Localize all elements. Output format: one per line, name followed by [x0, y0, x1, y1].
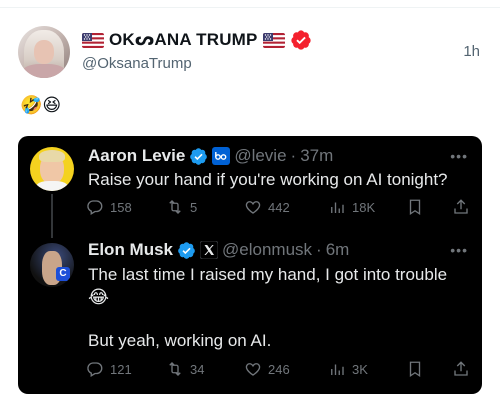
post-author-row[interactable]: OKᔕANA TRUMP — [82, 28, 312, 52]
bookmark-icon — [409, 361, 421, 378]
view-count: 18K — [352, 199, 376, 215]
quote-author-name[interactable]: Elon Musk — [88, 240, 173, 260]
repost-count: 5 — [190, 199, 198, 215]
more-icon[interactable]: ••• — [450, 148, 468, 164]
quote-emoji: 😂 — [88, 287, 110, 307]
quote-timestamp[interactable]: 6m — [326, 240, 350, 260]
quote-timestamp[interactable]: 37m — [300, 146, 333, 166]
more-icon[interactable]: ••• — [450, 242, 468, 258]
post-timestamp[interactable]: 1h — [463, 43, 480, 60]
avatar[interactable] — [30, 147, 74, 191]
us-flag-icon — [82, 32, 104, 48]
quote-author-row[interactable]: Elon Musk @elonmusk · 6m — [88, 240, 349, 260]
bookmark-icon — [409, 199, 421, 216]
reply-icon — [87, 200, 103, 215]
views-icon — [331, 364, 344, 375]
quote-text: The last time I raised my hand, I got in… — [88, 265, 448, 284]
view-count: 3K — [352, 361, 368, 377]
reply-icon — [87, 362, 103, 377]
post-text: 🤣😆 — [20, 95, 62, 115]
share-icon — [454, 199, 468, 214]
x-logo-icon — [200, 241, 219, 259]
x-logo-icon: C — [56, 267, 70, 281]
top-divider — [0, 0, 500, 8]
views-icon — [331, 202, 344, 213]
separator-dot: · — [290, 146, 297, 165]
share-button[interactable] — [452, 360, 470, 378]
quote-author-row[interactable]: Aaron Levie @levie · 37m — [88, 146, 333, 166]
repost-count: 34 — [190, 361, 205, 377]
quote-text: Raise your hand if you're working on AI … — [88, 170, 448, 189]
post-handle[interactable]: @OksanaTrump — [82, 55, 192, 72]
quote-text: But yeah, working on AI. — [88, 331, 272, 350]
like-icon — [245, 201, 261, 214]
repost-button[interactable]: 5 — [166, 198, 197, 216]
like-button[interactable]: 442 — [244, 198, 290, 216]
post-display-name[interactable]: OKᔕANA TRUMP — [109, 30, 258, 50]
bookmark-button[interactable] — [406, 198, 424, 216]
views-button[interactable]: 18K — [328, 198, 375, 216]
action-bar: 121 34 246 3K — [86, 360, 470, 380]
like-icon — [245, 363, 261, 376]
repost-icon — [169, 200, 181, 214]
reply-count: 121 — [110, 361, 132, 377]
avatar[interactable] — [18, 26, 70, 78]
reply-button[interactable]: 158 — [86, 198, 132, 216]
bookmark-button[interactable] — [406, 360, 424, 378]
avatar[interactable]: C — [30, 243, 74, 287]
quote-author-name[interactable]: Aaron Levie — [88, 146, 185, 166]
us-flag-icon — [262, 32, 285, 48]
like-count: 442 — [268, 199, 290, 215]
like-count: 246 — [268, 361, 290, 377]
quote-author-handle[interactable]: @elonmusk — [222, 240, 312, 260]
verified-badge-icon — [190, 147, 208, 165]
repost-button[interactable]: 34 — [166, 360, 204, 378]
action-bar: 158 5 442 18K — [86, 198, 470, 218]
repost-icon — [169, 362, 181, 376]
quote-author-handle[interactable]: @levie — [234, 146, 286, 166]
thread-connector — [51, 194, 53, 238]
share-button[interactable] — [452, 198, 470, 216]
verified-badge-icon — [178, 241, 195, 259]
like-button[interactable]: 246 — [244, 360, 290, 378]
quoted-thread-card[interactable]: Aaron Levie @levie · 37m ••• Raise your … — [18, 136, 482, 394]
separator-dot: · — [316, 240, 322, 259]
views-button[interactable]: 3K — [328, 360, 368, 378]
reply-button[interactable]: 121 — [86, 360, 132, 378]
share-icon — [454, 361, 468, 376]
verified-badge-icon — [290, 30, 311, 50]
reply-count: 158 — [110, 199, 132, 215]
box-logo-icon — [212, 147, 231, 165]
